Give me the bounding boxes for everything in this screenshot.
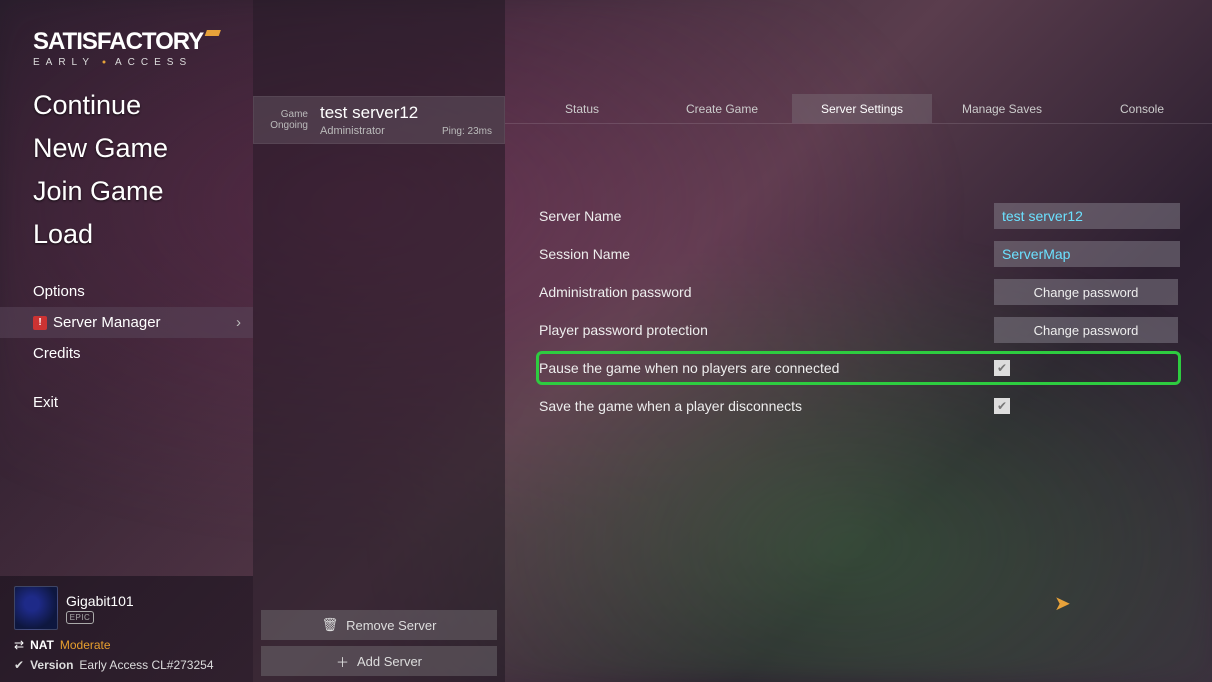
menu-credits[interactable]: Credits (0, 338, 253, 369)
server-settings-form: Server Name Session Name Administration … (505, 124, 1212, 420)
primary-menu: Continue New Game Join Game Load (0, 84, 253, 256)
plus-icon: ＋ (336, 652, 349, 671)
input-session-name[interactable] (994, 241, 1180, 267)
server-entry[interactable]: Game Ongoing test server12 Administrator… (253, 96, 505, 144)
version-row: ✔ Version Early Access CL#273254 (0, 656, 253, 682)
label-player-password: Player password protection (539, 322, 994, 338)
avatar (14, 586, 58, 630)
checkbox-save-on-disconnect[interactable]: ✔ (994, 398, 1010, 414)
row-pause-no-players: Pause the game when no players are conne… (539, 354, 1178, 382)
row-server-name: Server Name (539, 202, 1178, 230)
menu-server-manager[interactable]: ! Server Manager › (0, 307, 253, 338)
tab-create-game[interactable]: Create Game (652, 94, 792, 123)
button-change-admin-password[interactable]: Change password (994, 279, 1178, 305)
menu-server-manager-label: Server Manager (53, 314, 161, 331)
tab-bar: Status Create Game Server Settings Manag… (505, 94, 1212, 124)
label-session-name: Session Name (539, 246, 994, 262)
game-logo: SATISFACTORY EARLY ACCESS (0, 0, 253, 84)
warning-icon: ! (33, 316, 47, 330)
nat-status: ⇄ NAT Moderate (0, 634, 253, 656)
version-value: Early Access CL#273254 (79, 658, 213, 672)
checkbox-pause-no-players[interactable]: ✔ (994, 360, 1010, 376)
version-label: Version (30, 658, 73, 672)
row-player-password: Player password protection Change passwo… (539, 316, 1178, 344)
menu-options[interactable]: Options (0, 276, 253, 307)
server-status: Game Ongoing (266, 109, 308, 132)
remove-server-label: Remove Server (346, 618, 436, 633)
svg-text:ACCESS: ACCESS (115, 57, 192, 68)
label-admin-password: Administration password (539, 284, 994, 300)
menu-new-game[interactable]: New Game (0, 127, 253, 170)
nat-value: Moderate (60, 638, 111, 652)
label-server-name: Server Name (539, 208, 994, 224)
secondary-menu: Options ! Server Manager › Credits Exit (0, 276, 253, 418)
tab-manage-saves[interactable]: Manage Saves (932, 94, 1072, 123)
menu-exit[interactable]: Exit (0, 387, 253, 418)
logo-title-text: SATISFACTORY (33, 28, 204, 55)
chevron-right-icon: › (236, 314, 241, 331)
tab-server-settings[interactable]: Server Settings (792, 94, 932, 123)
svg-text:EARLY: EARLY (33, 57, 95, 68)
label-save-on-disconnect: Save the game when a player disconnects (539, 398, 994, 414)
menu-continue[interactable]: Continue (0, 84, 253, 127)
platform-badge: EPIC (66, 611, 94, 624)
checkmark-icon: ✔ (14, 658, 24, 672)
menu-load[interactable]: Load (0, 213, 253, 256)
server-role: Administrator (320, 125, 418, 137)
button-change-player-password[interactable]: Change password (994, 317, 1178, 343)
label-pause-no-players: Pause the game when no players are conne… (539, 360, 994, 376)
remove-server-button[interactable]: 🗑 Remove Server (261, 610, 497, 640)
player-name: Gigabit101 (66, 593, 134, 609)
add-server-label: Add Server (357, 654, 422, 669)
row-save-on-disconnect: Save the game when a player disconnects … (539, 392, 1178, 420)
add-server-button[interactable]: ＋ Add Server (261, 646, 497, 676)
tab-console[interactable]: Console (1072, 94, 1212, 123)
network-icon: ⇄ (14, 638, 24, 652)
tab-status[interactable]: Status (512, 94, 652, 123)
player-card: Gigabit101 EPIC (0, 576, 253, 634)
main-sidebar: SATISFACTORY EARLY ACCESS Continue New G… (0, 0, 253, 682)
input-server-name[interactable] (994, 203, 1180, 229)
trash-icon: 🗑 (322, 617, 339, 633)
server-name: test server12 (320, 103, 418, 123)
server-list-panel: Game Ongoing test server12 Administrator… (253, 0, 505, 682)
row-admin-password: Administration password Change password (539, 278, 1178, 306)
row-session-name: Session Name (539, 240, 1178, 268)
content-panel: Status Create Game Server Settings Manag… (505, 0, 1212, 682)
nat-label: NAT (30, 638, 54, 652)
server-ping: Ping: 23ms (442, 126, 492, 137)
menu-join-game[interactable]: Join Game (0, 170, 253, 213)
